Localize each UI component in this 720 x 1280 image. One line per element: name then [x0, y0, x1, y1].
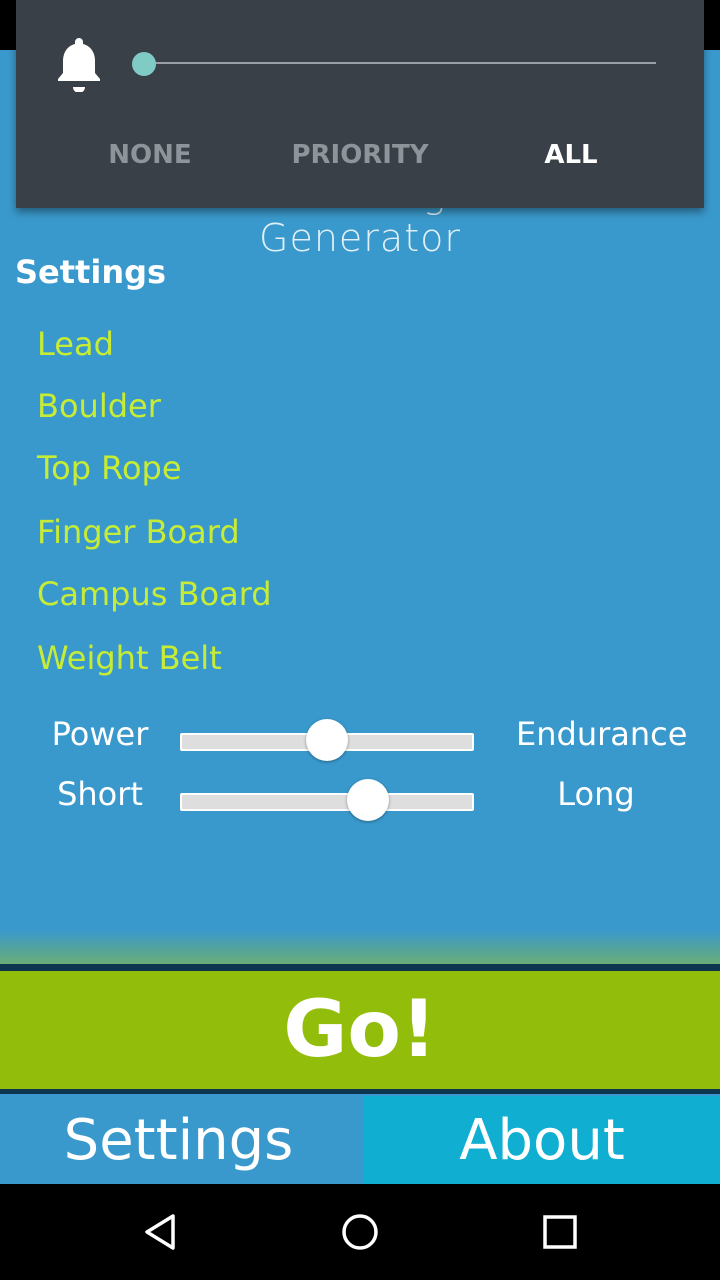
long-label: Long: [557, 775, 635, 813]
option-campus-board[interactable]: Campus Board: [37, 575, 272, 613]
option-finger-board[interactable]: Finger Board: [37, 513, 240, 551]
recents-button[interactable]: [530, 1202, 590, 1262]
navigation-bar: [0, 1184, 720, 1280]
power-label: Power: [51, 715, 149, 753]
volume-slider-thumb[interactable]: [132, 52, 156, 76]
volume-slider[interactable]: [144, 62, 656, 64]
short-long-slider-thumb[interactable]: [346, 779, 389, 821]
home-button[interactable]: [330, 1202, 390, 1262]
volume-panel: NONE PRIORITY ALL: [16, 0, 704, 208]
recents-icon: [543, 1215, 577, 1249]
option-top-rope[interactable]: Top Rope: [37, 449, 182, 487]
option-weight-belt[interactable]: Weight Belt: [37, 639, 222, 677]
mode-none[interactable]: NONE: [50, 140, 250, 170]
power-endurance-slider-thumb[interactable]: [306, 719, 348, 761]
back-icon: [145, 1214, 175, 1250]
mode-all[interactable]: ALL: [471, 140, 671, 170]
tab-about[interactable]: About: [364, 1096, 720, 1184]
divider-glow: [0, 930, 720, 966]
bell-icon[interactable]: [56, 36, 102, 92]
short-label: Short: [57, 775, 143, 813]
endurance-label: Endurance: [516, 715, 688, 753]
option-boulder[interactable]: Boulder: [37, 387, 161, 425]
settings-heading: Settings: [15, 253, 167, 291]
go-button[interactable]: Go!: [0, 971, 720, 1089]
short-long-slider[interactable]: [180, 779, 474, 821]
home-icon: [342, 1214, 378, 1250]
tab-settings[interactable]: Settings: [0, 1096, 357, 1184]
mode-priority[interactable]: PRIORITY: [260, 140, 460, 170]
back-button[interactable]: [130, 1202, 190, 1262]
power-endurance-slider[interactable]: [180, 719, 474, 761]
option-lead[interactable]: Lead: [37, 325, 114, 363]
